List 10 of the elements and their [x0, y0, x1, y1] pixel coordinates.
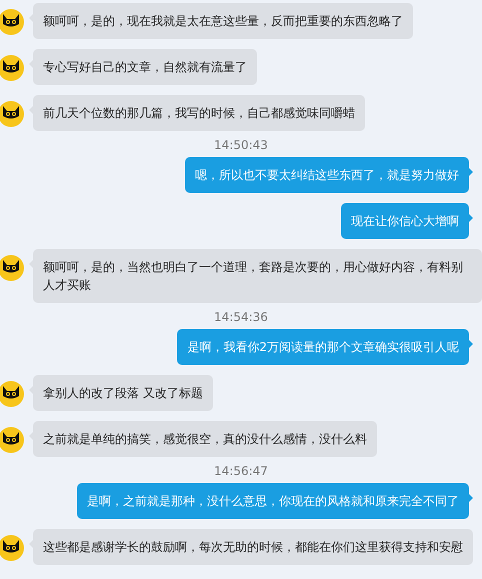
avatar-icon[interactable] [0, 9, 24, 35]
timestamp: 14:50:43 [214, 138, 268, 152]
timestamp: 14:56:47 [214, 464, 268, 478]
timestamp: 14:54:36 [214, 310, 268, 324]
avatar-icon[interactable] [0, 55, 24, 81]
avatar-icon[interactable] [0, 255, 24, 281]
avatar-icon[interactable] [0, 101, 24, 127]
avatar-icon[interactable] [0, 381, 24, 407]
avatar-icon[interactable] [0, 427, 24, 453]
avatar-icon[interactable] [0, 535, 24, 561]
